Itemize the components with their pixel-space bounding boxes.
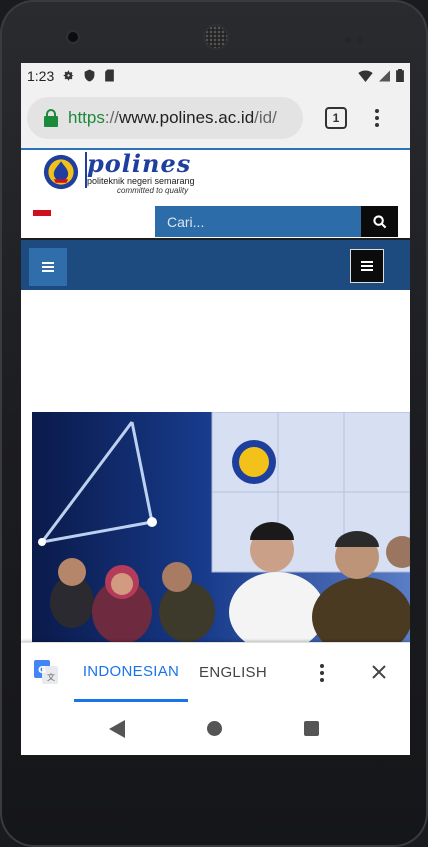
shield-icon (84, 69, 95, 82)
recents-icon[interactable] (304, 721, 319, 736)
browser-toolbar: https://www.polines.ac.id/id/ 1 (21, 88, 410, 150)
menu-toggle-button[interactable] (29, 248, 67, 286)
search-button[interactable] (361, 206, 398, 237)
front-camera (68, 32, 78, 42)
polines-emblem-icon[interactable] (43, 154, 79, 190)
lock-icon (44, 109, 58, 127)
earpiece-speaker (205, 26, 227, 48)
url-field[interactable]: https://www.polines.ac.id/id/ (27, 97, 303, 139)
hamburger-icon (42, 262, 54, 272)
site-header: polines politeknik negeri semarang commi… (21, 150, 410, 203)
tab-english[interactable]: ENGLISH (188, 643, 278, 702)
status-time: 1:23 (27, 67, 55, 84)
logo-wordmark: polines (87, 149, 192, 178)
url-separator: :// (104, 108, 120, 127)
status-bar: 1:23 (21, 63, 410, 88)
hero-photo-illustration (32, 412, 410, 642)
system-navigation-bar (21, 703, 410, 755)
logo-tagline: committed to quality (117, 186, 189, 195)
url-host: www.polines.ac.id (119, 108, 255, 127)
secondary-menu-button[interactable] (350, 249, 384, 283)
sd-card-icon (105, 69, 115, 82)
main-navbar (21, 240, 410, 290)
search-icon (372, 214, 386, 228)
back-icon[interactable] (109, 720, 125, 738)
hero-photo[interactable] (32, 412, 410, 642)
translate-bar: G 文 INDONESIAN ENGLISH (21, 642, 410, 704)
hamburger-icon (361, 261, 373, 271)
battery-icon (396, 69, 404, 82)
indonesia-flag-icon[interactable] (33, 210, 51, 216)
site-logo[interactable]: polines politeknik negeri semarang commi… (87, 149, 195, 196)
tab-indonesian[interactable]: INDONESIAN (74, 643, 188, 702)
google-translate-icon[interactable]: G 文 (34, 660, 58, 684)
wifi-icon (358, 69, 373, 82)
signal-icon (379, 70, 390, 81)
proximity-sensors (345, 30, 375, 43)
gear-icon (63, 70, 74, 81)
url-path: /id/ (254, 108, 277, 127)
svg-text:文: 文 (47, 672, 55, 682)
translate-more-icon[interactable] (320, 664, 324, 682)
svg-text:G: G (38, 665, 46, 676)
search-input[interactable]: Cari... (155, 206, 361, 237)
url-scheme: https (68, 108, 105, 127)
search-placeholder: Cari... (167, 213, 205, 230)
phone-frame: 1:23 https://www.polines.ac.id/id/ 1 pol… (0, 0, 428, 847)
tab-switcher-button[interactable]: 1 (325, 107, 347, 129)
logo-subtitle: politeknik negeri semarang (87, 176, 195, 186)
device-screen: 1:23 https://www.polines.ac.id/id/ 1 pol… (21, 63, 410, 755)
home-icon[interactable] (207, 721, 222, 736)
search-row: Cari... (21, 203, 410, 240)
close-icon[interactable] (371, 664, 387, 680)
browser-menu-icon[interactable] (375, 109, 379, 127)
